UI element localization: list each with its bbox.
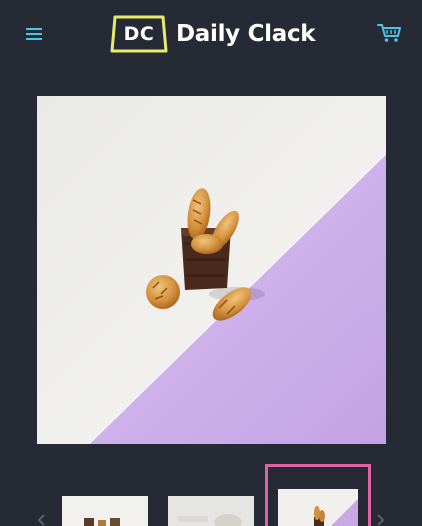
logo-badge: DC <box>110 15 168 53</box>
product-thumbnail-1[interactable] <box>62 496 148 526</box>
product-page: DC Daily Clack <box>0 0 422 526</box>
menu-button[interactable] <box>22 22 48 46</box>
logo-wordmark: Daily Clack <box>176 21 316 47</box>
site-logo[interactable]: DC Daily Clack <box>110 12 316 56</box>
shopping-cart-icon <box>377 24 401 42</box>
logo-badge-text: DC <box>123 23 155 45</box>
product-thumbnail-3-selected[interactable] <box>265 464 371 526</box>
product-thumbnail-2[interactable] <box>168 496 254 526</box>
thumbnail-next-button[interactable] <box>372 512 388 526</box>
product-thumbnail-3-image <box>278 489 358 526</box>
thumbnail-prev-button[interactable] <box>34 512 50 526</box>
chevron-left-icon <box>37 514 45 526</box>
cart-button[interactable] <box>377 22 405 46</box>
hamburger-menu-icon <box>26 28 42 40</box>
main-product-image[interactable] <box>37 96 386 444</box>
site-header: DC Daily Clack <box>0 0 422 68</box>
chevron-right-icon <box>377 514 385 526</box>
